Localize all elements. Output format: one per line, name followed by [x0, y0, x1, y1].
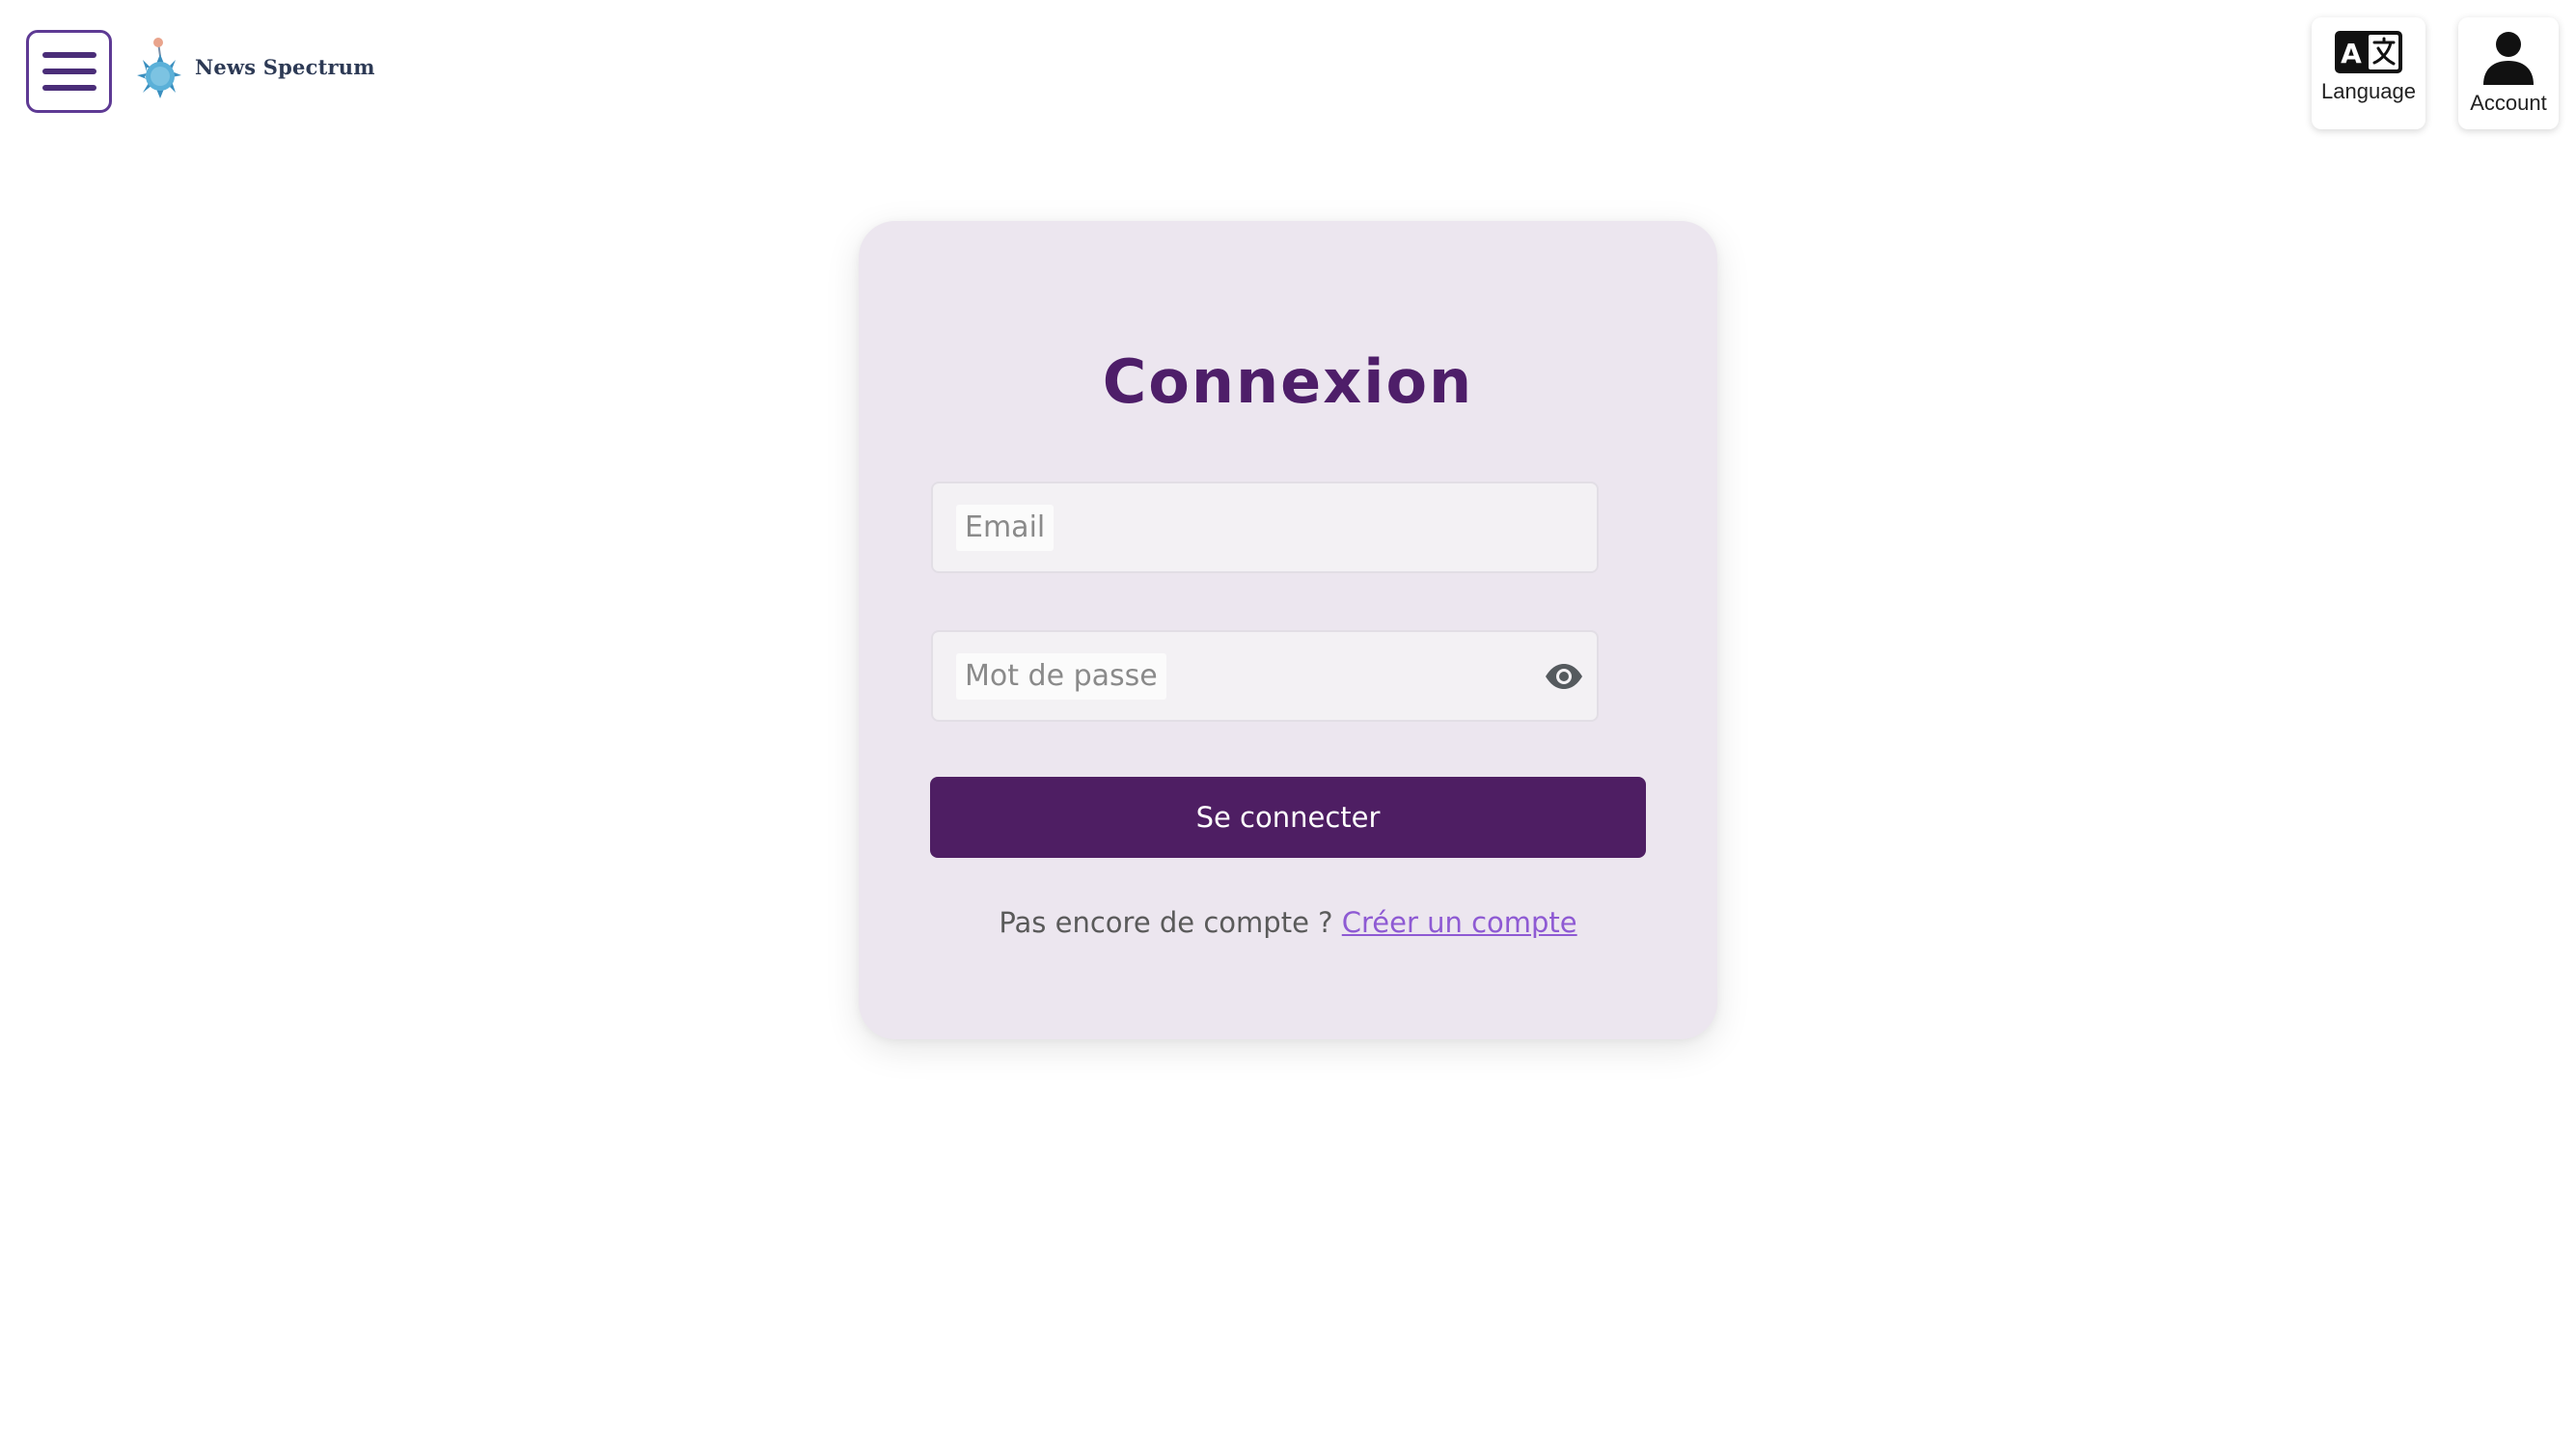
email-input[interactable] [933, 483, 1597, 571]
translate-icon: A [2335, 31, 2402, 73]
account-button[interactable]: Account [2458, 17, 2559, 129]
login-submit-button[interactable]: Se connecter [930, 777, 1646, 858]
email-field[interactable]: Email [931, 482, 1599, 573]
svg-text:A: A [2341, 38, 2362, 69]
password-input[interactable] [933, 632, 1597, 720]
signup-prompt-text: Pas encore de compte ? [999, 906, 1333, 939]
menu-button[interactable] [26, 30, 112, 113]
hamburger-icon-bar [41, 69, 96, 74]
site-logo[interactable]: News Spectrum [131, 35, 375, 102]
eye-icon [1546, 664, 1582, 689]
language-button[interactable]: A Language [2312, 17, 2425, 129]
logo-text: News Spectrum [195, 54, 375, 79]
hamburger-icon-bar [41, 85, 96, 91]
create-account-link[interactable]: Créer un compte [1342, 906, 1577, 939]
page-title: Connexion [1102, 346, 1474, 417]
account-label: Account [2470, 91, 2547, 115]
show-password-toggle[interactable] [1545, 659, 1583, 694]
password-field[interactable]: Mot de passe [931, 630, 1599, 722]
language-label: Language [2321, 79, 2416, 103]
person-icon [2483, 32, 2534, 85]
login-card: Connexion Email Mot de passe Se connecte… [859, 221, 1717, 1039]
signup-prompt-line: Pas encore de compte ? Créer un compte [859, 906, 1717, 939]
hamburger-icon-bar [41, 52, 96, 58]
news-spectrum-logo-icon [137, 38, 181, 98]
